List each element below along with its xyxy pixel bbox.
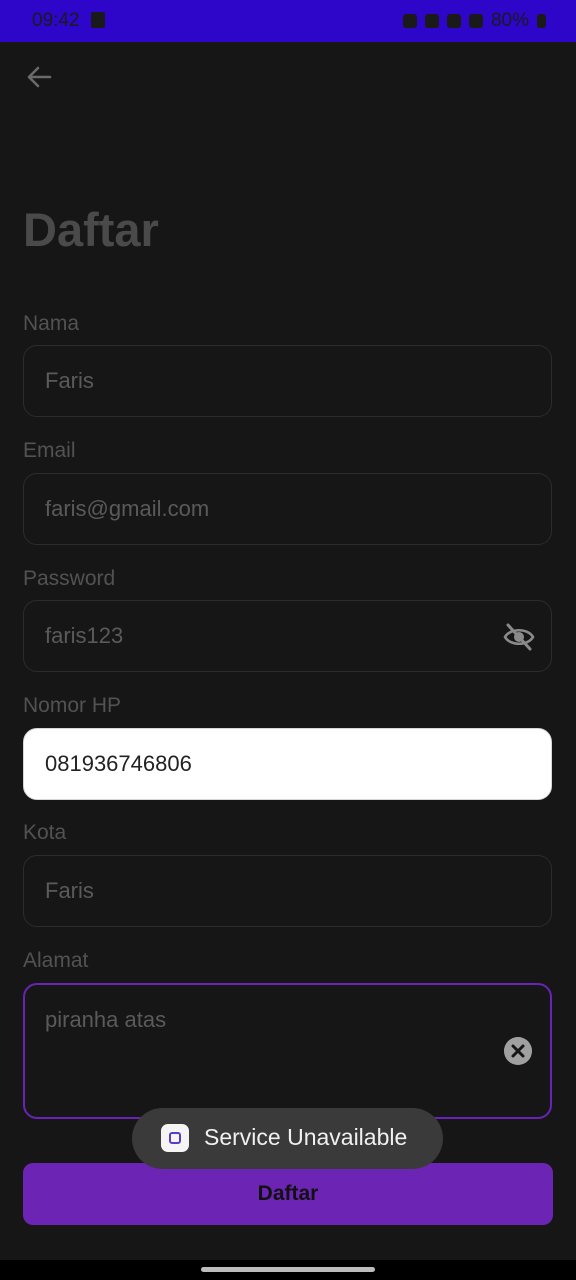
nama-field[interactable]: Faris — [23, 345, 552, 417]
password-field[interactable]: faris123 — [23, 600, 552, 672]
kota-field[interactable]: Faris — [23, 855, 552, 927]
home-handle[interactable] — [201, 1267, 375, 1272]
nama-label: Nama — [23, 312, 80, 335]
navigation-bar — [0, 1260, 576, 1280]
close-circle-icon[interactable] — [504, 1037, 532, 1065]
nama-value: Faris — [45, 368, 94, 393]
battery-level: 80% — [490, 10, 529, 31]
kota-label: Kota — [23, 821, 67, 844]
status-time: 09:42 — [32, 10, 80, 31]
app-icon — [161, 1124, 189, 1152]
kota-value: Faris — [45, 878, 94, 903]
signal-icon — [468, 14, 483, 28]
alamat-value: piranha atas — [45, 1007, 167, 1032]
page-title: Daftar — [23, 203, 159, 256]
register-screen: Daftar Nama Faris Email faris@gmail.com … — [0, 42, 576, 1260]
nomor-hp-label: Nomor HP — [23, 694, 122, 717]
alamat-field[interactable]: piranha atas — [23, 983, 552, 1119]
toast: Service Unavailable — [132, 1108, 443, 1169]
arrow-left-icon[interactable] — [24, 62, 54, 92]
password-label: Password — [23, 567, 116, 590]
nomor-hp-field[interactable]: 081936746806 — [23, 728, 552, 800]
nomor-hp-value: 081936746806 — [45, 751, 192, 776]
eye-off-icon[interactable] — [503, 622, 535, 652]
calendar-icon — [91, 12, 105, 28]
toast-text: Service Unavailable — [204, 1124, 408, 1150]
status-icons: 80% — [402, 10, 546, 32]
alamat-label: Alamat — [23, 949, 89, 972]
register-button[interactable]: Daftar — [23, 1163, 553, 1225]
battery-icon — [537, 14, 546, 28]
email-value: faris@gmail.com — [45, 496, 210, 521]
mute-icon — [424, 14, 439, 28]
alarm-icon — [402, 14, 417, 28]
email-label: Email — [23, 439, 76, 462]
email-field[interactable]: faris@gmail.com — [23, 473, 552, 545]
status-bar: 09:42 80% — [0, 0, 576, 42]
password-value: faris123 — [45, 623, 124, 648]
wifi-icon — [446, 14, 461, 28]
